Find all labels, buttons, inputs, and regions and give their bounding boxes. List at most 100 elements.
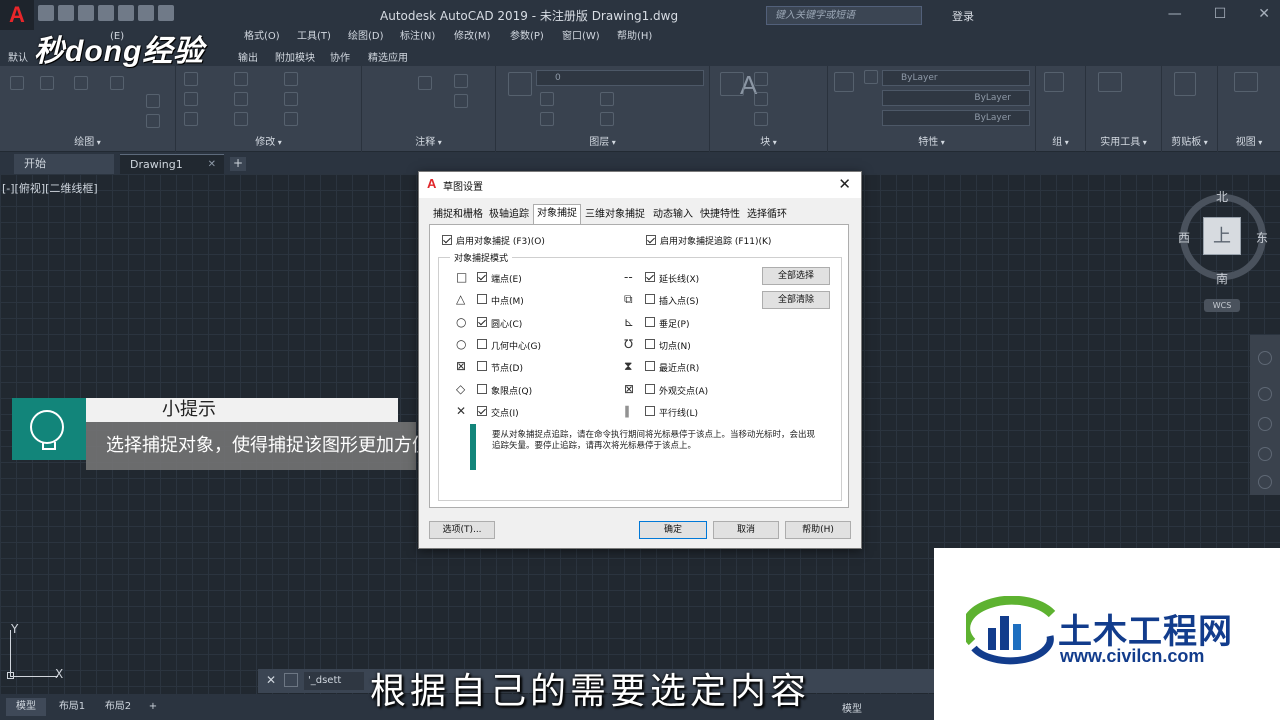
steering-wheel-icon[interactable]: [1258, 351, 1272, 365]
fillet-icon[interactable]: [284, 92, 298, 106]
viewport-controls[interactable]: [-][俯视][二维线框]: [2, 180, 98, 196]
layer-tool-icon[interactable]: [600, 112, 614, 126]
ribbon-group-label[interactable]: 组: [1036, 133, 1085, 148]
tab-polar-tracking[interactable]: 极轴追踪: [489, 206, 529, 224]
close-icon[interactable]: ✕: [208, 155, 216, 175]
tab-selection-cycling[interactable]: 选择循环: [747, 206, 787, 224]
menu-item-parametric[interactable]: 参数(P): [510, 30, 544, 44]
tab-dynamic-input[interactable]: 动态输入: [653, 206, 693, 224]
measure-icon[interactable]: [1098, 72, 1122, 92]
trim-icon[interactable]: [284, 72, 298, 86]
pan-icon[interactable]: [1258, 387, 1272, 401]
new-tab-icon[interactable]: +: [230, 157, 246, 171]
undo-icon[interactable]: [138, 5, 154, 21]
showmotion-icon[interactable]: [1258, 475, 1272, 489]
ribbon-group-label[interactable]: 修改: [176, 133, 361, 148]
ribbon-group-label[interactable]: 块: [710, 133, 827, 148]
block-attribute-icon[interactable]: [754, 112, 768, 126]
move-icon[interactable]: [184, 72, 198, 86]
tab-start[interactable]: 开始: [14, 154, 114, 174]
array-icon[interactable]: [284, 112, 298, 126]
center-checkbox[interactable]: [477, 317, 487, 327]
apparent-intersection-checkbox[interactable]: [645, 384, 655, 394]
quadrant-checkbox[interactable]: [477, 384, 487, 394]
linetype-dropdown[interactable]: ByLayer: [882, 90, 1030, 106]
ribbon-group-label[interactable]: 剪贴板: [1162, 133, 1217, 148]
extension-checkbox[interactable]: [645, 272, 655, 282]
layer-dropdown[interactable]: 0: [536, 70, 704, 86]
hatch-icon[interactable]: [146, 114, 160, 128]
copy-icon[interactable]: [184, 92, 198, 106]
rectangle-icon[interactable]: [146, 94, 160, 108]
compass-north[interactable]: 北: [1216, 188, 1228, 205]
table-icon[interactable]: [454, 94, 468, 108]
geometric-center-checkbox[interactable]: [477, 339, 487, 349]
close-icon[interactable]: ✕: [266, 673, 276, 687]
polyline-icon[interactable]: [40, 76, 54, 90]
ribbon-tab-addins[interactable]: 附加模块: [275, 49, 315, 64]
rotate-icon[interactable]: [234, 72, 248, 86]
new-icon[interactable]: [38, 5, 54, 21]
ribbon-tab-default[interactable]: 默认: [8, 49, 28, 64]
layer-tool-icon[interactable]: [600, 92, 614, 106]
ribbon-group-label[interactable]: 视图: [1218, 133, 1280, 148]
help-button[interactable]: 帮助(H): [785, 521, 851, 539]
ribbon-tab-collaborate[interactable]: 协作: [330, 49, 350, 64]
lineweight-dropdown[interactable]: ByLayer: [882, 110, 1030, 126]
create-block-icon[interactable]: [754, 72, 768, 86]
select-all-button[interactable]: 全部选择: [762, 267, 830, 285]
tab-layout1[interactable]: 布局1: [52, 698, 92, 716]
group-icon[interactable]: [1044, 72, 1064, 92]
line-icon[interactable]: [10, 76, 24, 90]
mirror-icon[interactable]: [234, 92, 248, 106]
redo-icon[interactable]: [158, 5, 174, 21]
wcs-menu[interactable]: WCS: [1204, 299, 1240, 312]
login-link[interactable]: 登录: [952, 8, 974, 24]
ribbon-group-label[interactable]: 图层: [496, 133, 709, 148]
node-checkbox[interactable]: [477, 361, 487, 371]
menu-item-dimension[interactable]: 标注(N): [400, 30, 435, 44]
status-model-space[interactable]: 模型: [842, 700, 862, 715]
intersection-checkbox[interactable]: [477, 406, 487, 416]
arc-icon[interactable]: [110, 76, 124, 90]
layer-tool-icon[interactable]: [540, 92, 554, 106]
menu-item-draw[interactable]: 绘图(D): [348, 30, 384, 44]
maximize-icon[interactable]: ☐: [1214, 6, 1227, 22]
autocad-app-icon[interactable]: A: [0, 0, 34, 30]
tab-drawing1[interactable]: Drawing1 ✕: [120, 154, 224, 174]
perpendicular-checkbox[interactable]: [645, 317, 655, 327]
menu-item-tools[interactable]: 工具(T): [297, 30, 331, 44]
insertion-checkbox[interactable]: [645, 294, 655, 304]
layer-tool-icon[interactable]: [540, 112, 554, 126]
paste-icon[interactable]: [1174, 72, 1196, 96]
viewcube-top-face[interactable]: 上: [1203, 217, 1241, 255]
ribbon-group-label[interactable]: 绘图: [0, 133, 175, 148]
scale-icon[interactable]: [234, 112, 248, 126]
menu-item-modify[interactable]: 修改(M): [454, 30, 490, 44]
dimension-icon[interactable]: [418, 76, 432, 90]
tab-quick-properties[interactable]: 快捷特性: [700, 206, 740, 224]
plot-icon[interactable]: [118, 5, 134, 21]
tangent-checkbox[interactable]: [645, 339, 655, 349]
edit-block-icon[interactable]: [754, 92, 768, 106]
ribbon-group-label[interactable]: 特性: [828, 133, 1035, 148]
ribbon-group-label[interactable]: 注释: [362, 133, 495, 148]
endpoint-checkbox[interactable]: [477, 272, 487, 282]
stretch-icon[interactable]: [184, 112, 198, 126]
color-icon[interactable]: [864, 70, 878, 84]
add-layout-icon[interactable]: +: [144, 698, 162, 716]
minimize-icon[interactable]: —: [1168, 6, 1182, 22]
customize-icon[interactable]: [284, 673, 298, 687]
clear-all-button[interactable]: 全部清除: [762, 291, 830, 309]
tab-snap-grid[interactable]: 捕捉和栅格: [433, 206, 483, 224]
midpoint-checkbox[interactable]: [477, 294, 487, 304]
compass-east[interactable]: 东: [1256, 229, 1268, 246]
circle-icon[interactable]: [74, 76, 88, 90]
color-dropdown[interactable]: ByLayer: [882, 70, 1030, 86]
enable-osnap-checkbox[interactable]: [442, 235, 452, 245]
match-properties-icon[interactable]: [834, 72, 854, 92]
menu-item-help[interactable]: 帮助(H): [617, 30, 652, 44]
layer-properties-icon[interactable]: [508, 72, 532, 96]
save-icon[interactable]: [78, 5, 94, 21]
close-icon[interactable]: ✕: [838, 175, 851, 193]
